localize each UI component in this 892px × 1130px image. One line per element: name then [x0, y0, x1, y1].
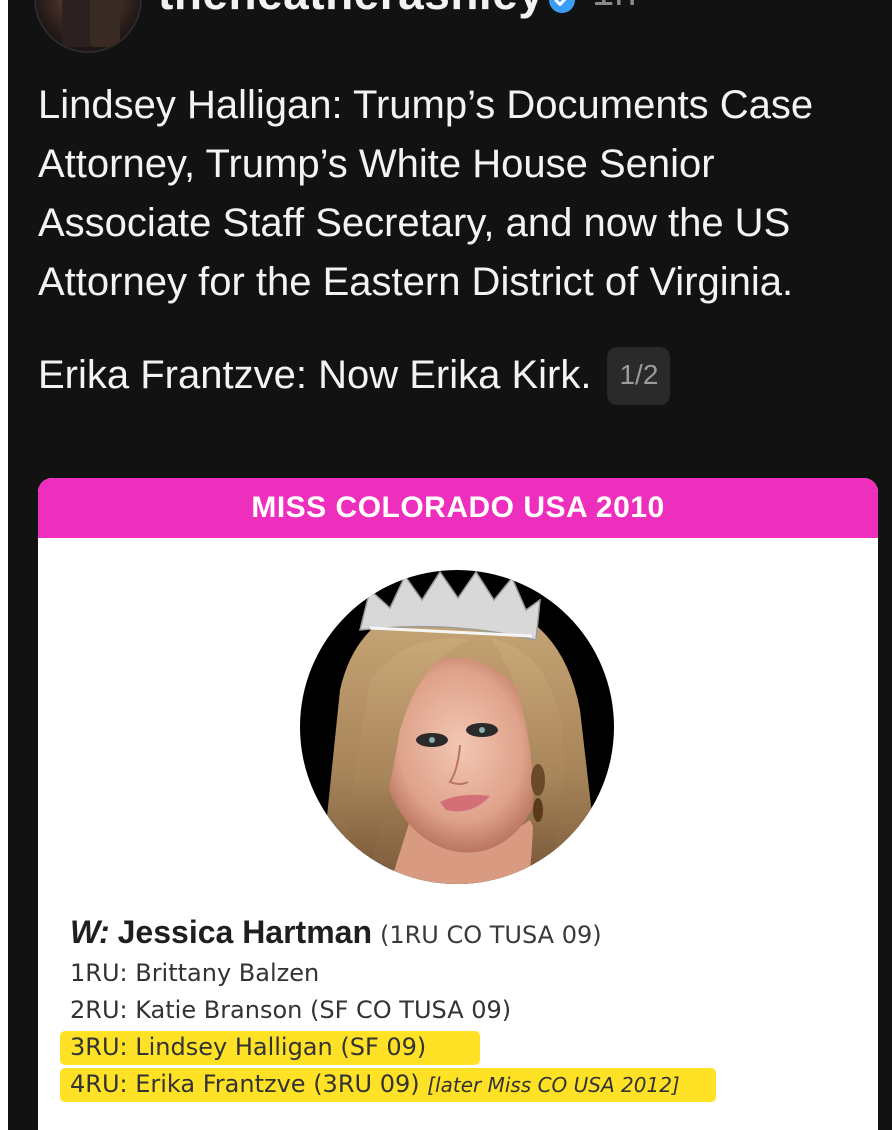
winner-name: Jessica Hartman [117, 914, 372, 950]
post-body: Lindsey Halligan: Trump’s Documents Case… [38, 76, 868, 405]
post-paragraph-1: Lindsey Halligan: Trump’s Documents Case… [38, 83, 814, 304]
username[interactable]: theheatherashley [158, 0, 544, 20]
runner-up-4-note: [later Miss CO USA 2012] [427, 1073, 680, 1097]
runner-up-3-text: 3RU: Lindsey Halligan (SF 09) [70, 1033, 427, 1061]
runner-up-2: 2RU: Katie Branson (SF CO TUSA 09) [70, 992, 860, 1029]
winner-note: (1RU CO TUSA 09) [379, 921, 602, 949]
results-list: W: Jessica Hartman (1RU CO TUSA 09) 1RU:… [60, 912, 860, 1104]
avatar[interactable] [34, 0, 142, 53]
verified-badge-icon [549, 0, 575, 13]
post-timestamp: 1h [592, 0, 637, 15]
runner-up-4: 4RU: Erika Frantzve (3RU 09) [later Miss… [60, 1066, 860, 1104]
avatar-figure-left [62, 0, 92, 47]
runner-up-3: 3RU: Lindsey Halligan (SF 09) [60, 1029, 860, 1066]
avatar-figure-right [90, 0, 120, 47]
post-paragraph-2: Erika Frantzve: Now Erika Kirk. [38, 353, 592, 397]
post-view: theheatherashley 1h Lindsey Halligan: Tr… [8, 0, 892, 1130]
winner-portrait-photo [300, 570, 614, 884]
card-header: MISS COLORADO USA 2010 [38, 478, 878, 538]
post-paragraph-2-row: Erika Frantzve: Now Erika Kirk. 1/2 [38, 346, 868, 405]
winner-prefix: W: [70, 914, 110, 950]
runner-up-2-text: 2RU: Katie Branson (SF CO TUSA 09) [70, 996, 512, 1024]
runner-up-1-text: 1RU: Brittany Balzen [70, 959, 320, 987]
runner-up-1: 1RU: Brittany Balzen [70, 955, 860, 992]
card-title: MISS COLORADO USA 2010 [251, 491, 665, 524]
image-card[interactable]: MISS COLORADO USA 2010 W: Jessica Hartma… [38, 478, 878, 1130]
page-indicator-badge: 1/2 [607, 346, 671, 405]
screenshot-frame: theheatherashley 1h Lindsey Halligan: Tr… [0, 0, 892, 1130]
winner-line: W: Jessica Hartman (1RU CO TUSA 09) [70, 912, 860, 955]
runner-up-4-text: 4RU: Erika Frantzve (3RU 09) [70, 1070, 420, 1098]
